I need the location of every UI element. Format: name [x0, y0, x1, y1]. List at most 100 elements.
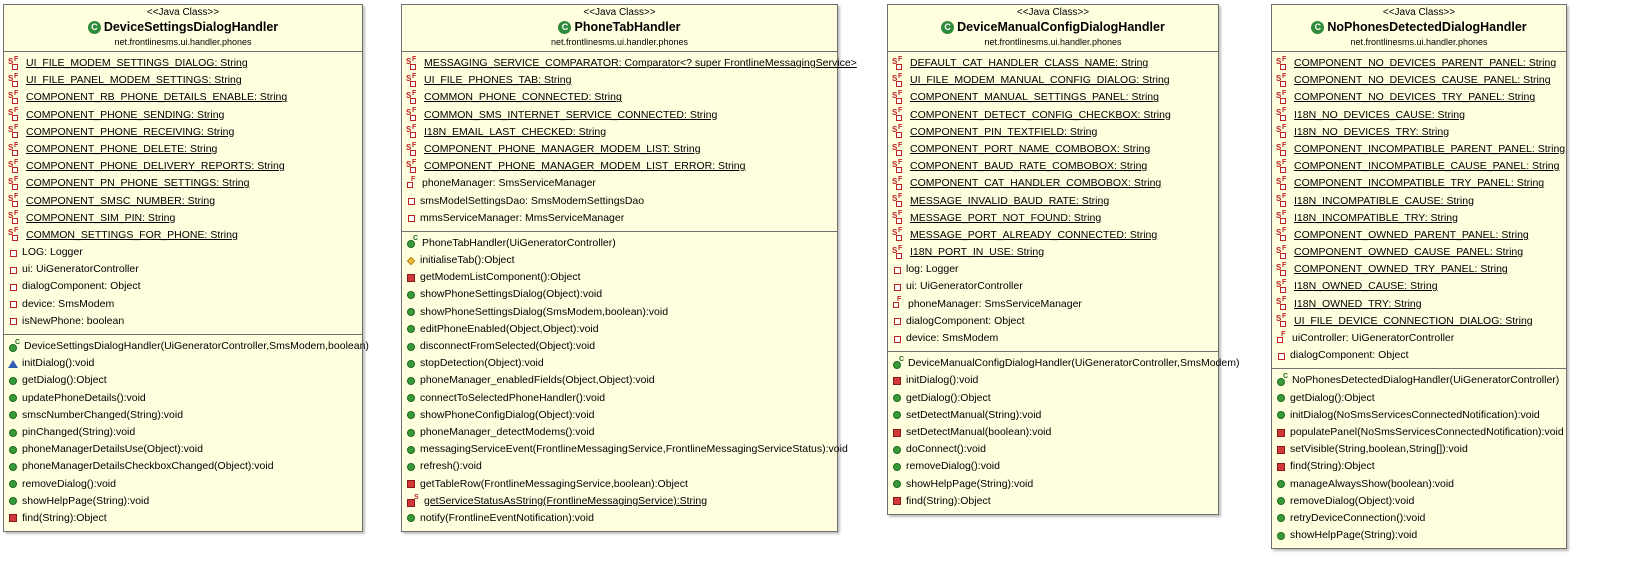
method-row[interactable]: getDialog():Object [1272, 390, 1566, 407]
method-row[interactable]: smscNumberChanged(String):void [4, 407, 362, 424]
method-row[interactable]: showPhoneConfigDialog(Object):void [402, 407, 837, 424]
field-row[interactable]: S F UI_FILE_MODEM_SETTINGS_DIALOG: String [4, 55, 362, 72]
field-row[interactable]: S F COMMON_PHONE_CONNECTED: String [402, 89, 837, 106]
field-row[interactable]: device: SmsModem [4, 296, 362, 313]
method-row[interactable]: showPhoneSettingsDialog(Object):void [402, 286, 837, 303]
method-row[interactable]: C DeviceSettingsDialogHandler(UiGenerator… [4, 338, 369, 355]
field-row[interactable]: S F UI_FILE_PHONES_TAB: String [402, 72, 837, 89]
field-row[interactable]: S F COMPONENT_PHONE_RECEIVING: String [4, 124, 362, 141]
field-row[interactable]: ui: UiGeneratorController [888, 278, 1218, 295]
field-row[interactable]: S F COMPONENT_PHONE_MANAGER_MODEM_LIST_ERR… [402, 158, 837, 175]
method-row[interactable]: phoneManager_detectModems():void [402, 424, 837, 441]
field-row[interactable]: device: SmsModem [888, 330, 1218, 347]
field-row[interactable]: S F COMMON_SETTINGS_FOR_PHONE: String [4, 227, 362, 244]
field-row[interactable]: S F COMPONENT_NO_DEVICES_PARENT_PANEL: Str… [1272, 55, 1566, 72]
method-row[interactable]: getTableRow(FrontlineMessagingService,bo… [402, 476, 837, 493]
method-row[interactable]: initDialog():void [4, 355, 362, 372]
field-row[interactable]: FphoneManager: SmsServiceManager [888, 296, 1218, 313]
method-row[interactable]: SgetServiceStatusAsString(FrontlineMessa… [402, 493, 837, 510]
field-row[interactable]: S F COMPONENT_PHONE_DELETE: String [4, 141, 362, 158]
field-row[interactable]: S F COMPONENT_OWNED_TRY_PANEL: String [1272, 261, 1566, 278]
field-row[interactable]: S F COMPONENT_PN_PHONE_SETTINGS: String [4, 175, 362, 192]
method-row[interactable]: find(String):Object [4, 510, 362, 527]
field-row[interactable]: mmsServiceManager: MmsServiceManager [402, 210, 837, 227]
method-row[interactable]: showHelpPage(String):void [888, 476, 1218, 493]
method-row[interactable]: C PhoneTabHandler(UiGeneratorController) [402, 235, 837, 252]
field-row[interactable]: dialogComponent: Object [888, 313, 1218, 330]
field-row[interactable]: S F COMPONENT_PHONE_DELIVERY_REPORTS: Stri… [4, 158, 362, 175]
field-row[interactable]: S F COMPONENT_NO_DEVICES_TRY_PANEL: String [1272, 89, 1566, 106]
class-box-no-phones-detected-dialog-handler[interactable]: <<Java Class>> NoPhonesDetectedDialogHan… [1271, 4, 1567, 550]
field-row[interactable]: S F MESSAGING_SERVICE_COMPARATOR: Comparat… [402, 55, 857, 72]
method-row[interactable]: pinChanged(String):void [4, 424, 362, 441]
field-row[interactable]: S F COMMON_SMS_INTERNET_SERVICE_CONNECTED:… [402, 107, 837, 124]
field-row[interactable]: S F COMPONENT_MANUAL_SETTINGS_PANEL: Strin… [888, 89, 1218, 106]
field-row[interactable]: S F COMPONENT_SIM_PIN: String [4, 210, 362, 227]
method-row[interactable]: removeDialog():void [4, 476, 362, 493]
method-row[interactable]: showPhoneSettingsDialog(SmsModem,boolean… [402, 304, 837, 321]
field-row[interactable]: FphoneManager: SmsServiceManager [402, 175, 837, 192]
field-row[interactable]: S F I18N_INCOMPATIBLE_TRY: String [1272, 210, 1566, 227]
method-row[interactable]: find(String):Object [888, 493, 1218, 510]
field-row[interactable]: S F COMPONENT_INCOMPATIBLE_PARENT_PANEL: S… [1272, 141, 1566, 158]
field-row[interactable]: LOG: Logger [4, 244, 362, 261]
method-row[interactable]: initDialog(NoSmsServicesConnectedNotific… [1272, 407, 1566, 424]
field-row[interactable]: S F MESSAGE_PORT_ALREADY_CONNECTED: String [888, 227, 1218, 244]
field-row[interactable]: S F I18N_PORT_IN_USE: String [888, 244, 1218, 261]
field-row[interactable]: S F COMPONENT_NO_DEVICES_CAUSE_PANEL: Stri… [1272, 72, 1566, 89]
field-row[interactable]: smsModelSettingsDao: SmsModemSettingsDao [402, 193, 837, 210]
method-row[interactable]: populatePanel(NoSmsServicesConnectedNoti… [1272, 424, 1566, 441]
field-row[interactable]: S F MESSAGE_PORT_NOT_FOUND: String [888, 210, 1218, 227]
class-box-device-manual-config-dialog-handler[interactable]: <<Java Class>> DeviceManualConfigDialogH… [887, 4, 1239, 515]
field-row[interactable]: FuiController: UiGeneratorController [1272, 330, 1566, 347]
method-row[interactable]: setDetectManual(String):void [888, 407, 1218, 424]
field-row[interactable]: S F COMPONENT_SMSC_NUMBER: String [4, 193, 362, 210]
field-row[interactable]: S F I18N_OWNED_TRY: String [1272, 296, 1566, 313]
method-row[interactable]: setDetectManual(boolean):void [888, 424, 1218, 441]
field-row[interactable]: S F UI_FILE_MODEM_MANUAL_CONFIG_DIALOG: St… [888, 72, 1218, 89]
field-row[interactable]: dialogComponent: Object [4, 278, 362, 295]
field-row[interactable]: S F COMPONENT_RB_PHONE_DETAILS_ENABLE: Str… [4, 89, 362, 106]
field-row[interactable]: S F UI_FILE_DEVICE_CONNECTION_DIALOG: Stri… [1272, 313, 1566, 330]
method-row[interactable]: refresh():void [402, 458, 837, 475]
class-box-device-settings-dialog-handler[interactable]: <<Java Class>> DeviceSettingsDialogHandl… [3, 4, 369, 533]
field-row[interactable]: S F COMPONENT_CAT_HANDLER_COMBOBOX: String [888, 175, 1218, 192]
field-row[interactable]: S F COMPONENT_PORT_NAME_COMBOBOX: String [888, 141, 1218, 158]
field-row[interactable]: ui: UiGeneratorController [4, 261, 362, 278]
field-row[interactable]: S F COMPONENT_OWNED_PARENT_PANEL: String [1272, 227, 1566, 244]
method-row[interactable]: updatePhoneDetails():void [4, 390, 362, 407]
field-row[interactable]: S F COMPONENT_DETECT_CONFIG_CHECKBOX: Stri… [888, 107, 1218, 124]
field-row[interactable]: S F COMPONENT_PIN_TEXTFIELD: String [888, 124, 1218, 141]
method-row[interactable]: showHelpPage(String):void [1272, 527, 1566, 544]
field-row[interactable]: S F COMPONENT_OWNED_CAUSE_PANEL: String [1272, 244, 1566, 261]
method-row[interactable]: showHelpPage(String):void [4, 493, 362, 510]
method-row[interactable]: setVisible(String,boolean,String[]):void [1272, 441, 1566, 458]
field-row[interactable]: S F COMPONENT_INCOMPATIBLE_TRY_PANEL: Stri… [1272, 175, 1566, 192]
field-row[interactable]: dialogComponent: Object [1272, 347, 1566, 364]
method-row[interactable]: phoneManager_enabledFields(Object,Object… [402, 372, 837, 389]
field-row[interactable]: S F COMPONENT_PHONE_MANAGER_MODEM_LIST: St… [402, 141, 837, 158]
method-row[interactable]: removeDialog():void [888, 458, 1218, 475]
field-row[interactable]: S F I18N_NO_DEVICES_TRY: String [1272, 124, 1566, 141]
field-row[interactable]: S F I18N_OWNED_CAUSE: String [1272, 278, 1566, 295]
method-row[interactable]: messagingServiceEvent(FrontlineMessaging… [402, 441, 848, 458]
method-row[interactable]: getDialog():Object [888, 390, 1218, 407]
field-row[interactable]: isNewPhone: boolean [4, 313, 362, 330]
method-row[interactable]: connectToSelectedPhoneHandler():void [402, 390, 837, 407]
field-row[interactable]: S F COMPONENT_PHONE_SENDING: String [4, 107, 362, 124]
method-row[interactable]: notify(FrontlineEventNotification):void [402, 510, 837, 527]
field-row[interactable]: S F DEFAULT_CAT_HANDLER_CLASS_NAME: String [888, 55, 1218, 72]
method-row[interactable]: retryDeviceConnection():void [1272, 510, 1566, 527]
method-row[interactable]: phoneManagerDetailsUse(Object):void [4, 441, 362, 458]
method-row[interactable]: getModemListComponent():Object [402, 269, 837, 286]
method-row[interactable]: initDialog():void [888, 372, 1218, 389]
method-row[interactable]: manageAlwaysShow(boolean):void [1272, 476, 1566, 493]
class-box-phone-tab-handler[interactable]: <<Java Class>> PhoneTabHandler net.front… [401, 4, 857, 533]
method-row[interactable]: editPhoneEnabled(Object,Object):void [402, 321, 837, 338]
method-row[interactable]: stopDetection(Object):void [402, 355, 837, 372]
method-row[interactable]: C DeviceManualConfigDialogHandler(UiGener… [888, 355, 1239, 372]
method-row[interactable]: doConnect():void [888, 441, 1218, 458]
method-row[interactable]: disconnectFromSelected(Object):void [402, 338, 837, 355]
method-row[interactable]: find(String):Object [1272, 458, 1566, 475]
field-row[interactable]: S F I18N_INCOMPATIBLE_CAUSE: String [1272, 193, 1566, 210]
